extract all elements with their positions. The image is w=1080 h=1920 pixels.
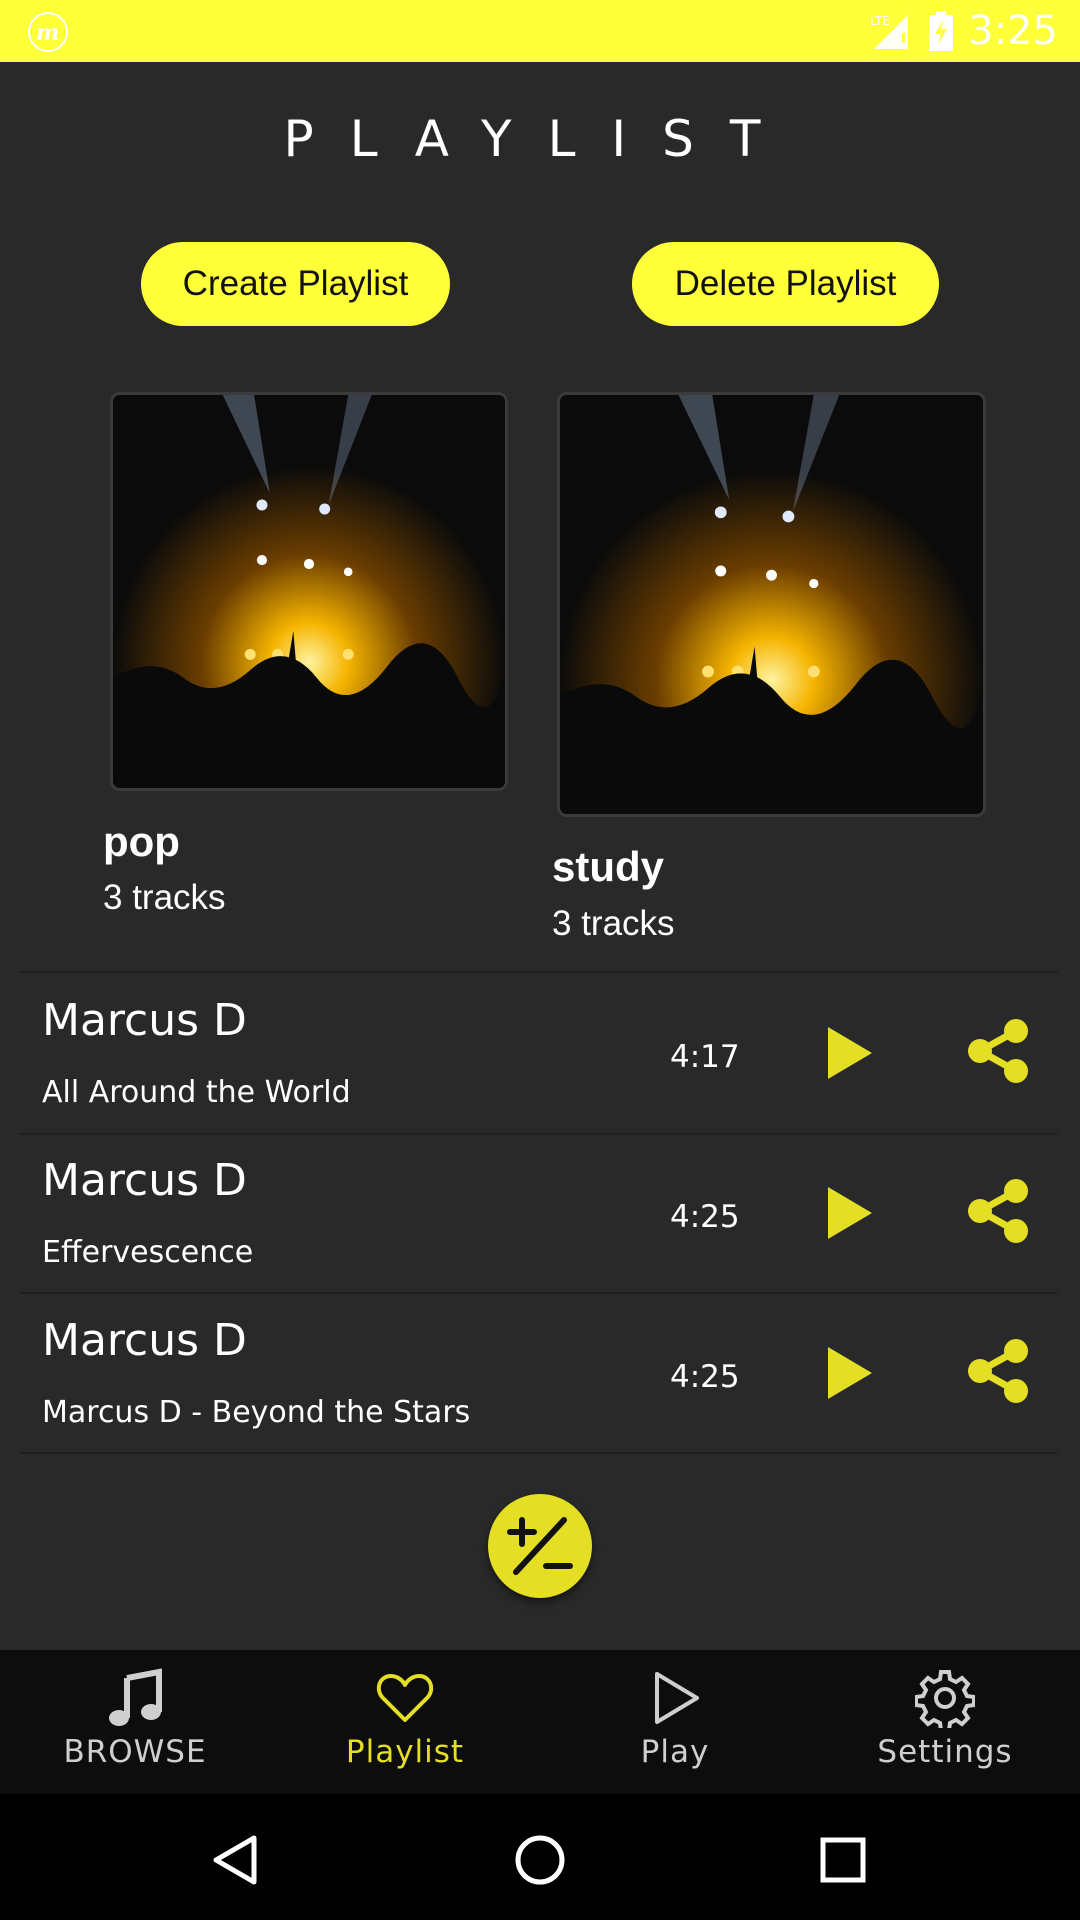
- svg-text:m: m: [36, 20, 59, 46]
- plus-minus-icon: [507, 1517, 573, 1575]
- share-icon[interactable]: [964, 1017, 1032, 1085]
- nav-label-browse: BROWSE: [63, 1734, 207, 1770]
- music-note-icon: [109, 1668, 162, 1726]
- track-artist: Marcus D: [42, 1155, 247, 1206]
- concert-crowd-image: [560, 395, 983, 814]
- play-icon[interactable]: [816, 1183, 876, 1243]
- play-outline-icon: [655, 1672, 699, 1724]
- playlist-name: pop: [103, 818, 180, 865]
- divider: [20, 1452, 1058, 1454]
- track-row[interactable]: Marcus D Effervescence 4:25: [20, 1133, 1058, 1293]
- status-bar: m LTE 3:25: [0, 0, 1080, 62]
- playlist-track-count: 3 tracks: [552, 904, 675, 943]
- status-time: 3:25: [968, 8, 1058, 54]
- recents-icon[interactable]: [815, 1832, 871, 1888]
- delete-playlist-button[interactable]: Delete Playlist: [632, 242, 939, 326]
- track-artist: Marcus D: [42, 995, 247, 1046]
- track-title: Effervescence: [42, 1235, 254, 1270]
- app-logo-icon: m: [28, 12, 68, 52]
- track-artist: Marcus D: [42, 1315, 247, 1366]
- nav-playlist[interactable]: Playlist: [270, 1650, 540, 1794]
- heart-icon: [376, 1674, 434, 1722]
- play-icon[interactable]: [816, 1343, 876, 1403]
- track-title: All Around the World: [42, 1075, 351, 1110]
- add-remove-fab[interactable]: [488, 1494, 592, 1598]
- track-duration: 4:17: [670, 1039, 740, 1075]
- battery-charging-icon: [929, 11, 954, 51]
- nav-browse[interactable]: BROWSE: [0, 1650, 270, 1794]
- nav-label-settings: Settings: [877, 1734, 1013, 1770]
- back-icon[interactable]: [208, 1832, 264, 1888]
- playlist-card-pop[interactable]: [110, 392, 508, 791]
- network-label: LTE: [870, 14, 890, 28]
- share-icon[interactable]: [964, 1337, 1032, 1405]
- playlist-card-study[interactable]: [557, 392, 986, 817]
- track-duration: 4:25: [670, 1359, 740, 1395]
- track-row[interactable]: Marcus D All Around the World 4:17: [20, 973, 1058, 1133]
- home-icon[interactable]: [512, 1832, 568, 1888]
- share-icon[interactable]: [964, 1177, 1032, 1245]
- signal-icon: LTE: [870, 14, 909, 49]
- page-title: PLAYLIST: [283, 110, 797, 168]
- nav-label-playlist: Playlist: [345, 1734, 465, 1770]
- bottom-navigation: BROWSE Playlist Play Settings: [0, 1650, 1080, 1794]
- create-playlist-button[interactable]: Create Playlist: [141, 242, 450, 326]
- gear-icon: [915, 1670, 975, 1728]
- play-icon[interactable]: [816, 1023, 876, 1083]
- nav-settings[interactable]: Settings: [810, 1650, 1080, 1794]
- system-navigation: [0, 1794, 1080, 1920]
- track-row[interactable]: Marcus D Marcus D - Beyond the Stars 4:2…: [20, 1293, 1058, 1453]
- concert-crowd-image: [113, 395, 505, 788]
- playlist-name: study: [552, 843, 665, 890]
- status-icons: LTE 3:25: [868, 6, 1058, 56]
- playlist-track-count: 3 tracks: [103, 878, 226, 917]
- nav-label-play: Play: [640, 1734, 710, 1770]
- nav-play[interactable]: Play: [540, 1650, 810, 1794]
- track-title: Marcus D - Beyond the Stars: [42, 1395, 471, 1430]
- track-duration: 4:25: [670, 1199, 740, 1235]
